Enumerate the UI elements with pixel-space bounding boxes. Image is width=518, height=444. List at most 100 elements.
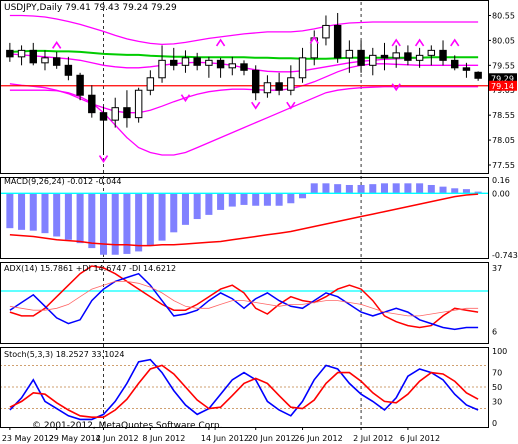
- date-tick-label: 6 Jul 2012: [400, 434, 440, 443]
- candle-body: [205, 59, 213, 66]
- candle-body: [88, 94, 96, 114]
- macd-histogram-bar: [29, 193, 37, 231]
- macd-histogram-bar: [217, 193, 225, 210]
- macd-histogram-bar: [310, 183, 318, 194]
- candle-body: [392, 52, 400, 59]
- candle-body: [170, 59, 178, 66]
- macd-histogram-bar: [41, 193, 49, 234]
- date-tick-label: 23 May 2012: [2, 434, 54, 443]
- macd-histogram-bar: [357, 184, 365, 194]
- macd-histogram-bar: [275, 193, 283, 206]
- macd-histogram-bar: [88, 193, 96, 249]
- candle-body: [228, 63, 237, 69]
- macd-histogram-bar: [53, 193, 61, 237]
- candle-body: [52, 57, 61, 66]
- macd-histogram-bar: [170, 193, 178, 233]
- candle-body: [451, 59, 459, 69]
- date-tick-label: 14 Jun 2012: [201, 434, 249, 443]
- macd-histogram-bar: [146, 193, 154, 246]
- macd-histogram-bar: [287, 193, 295, 204]
- macd-histogram-bar: [76, 193, 84, 244]
- macd-tick-label: 0.00: [492, 189, 510, 198]
- price-tick-label: 80.55: [492, 11, 515, 20]
- stoch-tick-label: 50: [492, 383, 502, 392]
- adx-tick-label: 37: [492, 264, 502, 273]
- candle-body: [99, 112, 108, 121]
- price-tick-label: 79.55: [492, 61, 515, 70]
- macd-histogram-bar: [345, 184, 353, 194]
- macd-histogram-bar: [322, 183, 330, 194]
- candle-body: [76, 74, 84, 96]
- candle-body: [369, 54, 377, 66]
- stoch-tick-label: 0: [492, 419, 497, 428]
- date-tick-label: 8 Jun 2012: [142, 434, 185, 443]
- macd-histogram-bar: [299, 193, 307, 199]
- candle-body: [64, 64, 73, 76]
- candle-body: [240, 63, 248, 71]
- macd-histogram-bar: [451, 188, 459, 194]
- candle-body: [345, 49, 354, 59]
- candle-body: [322, 24, 330, 39]
- candle-body: [158, 59, 166, 79]
- candle-body: [216, 59, 225, 69]
- macd-tick-label: 0.16: [492, 176, 510, 185]
- candle-body: [251, 69, 260, 94]
- macd-histogram-bar: [158, 193, 166, 241]
- candle-body: [181, 57, 190, 66]
- candle-body: [357, 49, 365, 66]
- candle-body: [298, 57, 307, 79]
- candle-body: [474, 71, 482, 79]
- macd-histogram-bar: [416, 183, 424, 194]
- price-tick-label: 77.55: [492, 161, 515, 170]
- adx-pane-title: ADX(14) 15.7861 +DI 14.6747 -DI 14.6212: [4, 264, 176, 273]
- candle-body: [263, 82, 272, 94]
- macd-histogram-bar: [427, 184, 435, 194]
- macd-histogram-bar: [439, 186, 447, 194]
- macd-tick-label: -0.743: [492, 251, 518, 260]
- macd-histogram-bar: [205, 193, 213, 215]
- macd-histogram-bar: [380, 183, 388, 194]
- macd-histogram-bar: [193, 193, 201, 220]
- candle-body: [415, 54, 424, 61]
- candle-body: [380, 54, 389, 59]
- price-tick-label: 80.05: [492, 36, 515, 45]
- candle-body: [123, 107, 131, 119]
- macd-histogram-bar: [64, 193, 72, 240]
- macd-histogram-bar: [334, 184, 342, 194]
- macd-histogram-bar: [252, 193, 260, 206]
- candle-body: [146, 77, 155, 91]
- candle-body: [427, 49, 436, 56]
- price-tick-label: 78.55: [492, 111, 515, 120]
- price-pane-title: USDJPY,Daily 79.41 79.43 79.24 79.29: [4, 3, 177, 13]
- adx-tick-label: 6: [492, 327, 497, 336]
- macd-histogram-bar: [181, 193, 189, 225]
- stoch-tick-label: 30: [492, 397, 502, 406]
- candle: [134, 87, 143, 123]
- macd-histogram-bar: [392, 183, 400, 194]
- stoch-pane-title: Stoch(5,3,3) 18.2527 33.1024: [4, 350, 124, 359]
- candle-body: [287, 77, 295, 91]
- price-tag-label: 79.14: [491, 82, 514, 91]
- candle-body: [404, 52, 412, 61]
- candle-body: [439, 49, 447, 61]
- candle-body: [462, 67, 471, 71]
- candle-body: [333, 24, 342, 59]
- stoch-tick-label: 70: [492, 369, 502, 378]
- candle-body: [134, 89, 143, 119]
- macd-histogram-bar: [228, 193, 236, 207]
- stoch-tick-label: 100: [492, 347, 507, 356]
- macd-histogram-bar: [6, 193, 14, 229]
- price-tick-label: 78.05: [492, 136, 515, 145]
- forex-chart: 80.5580.0579.5579.0578.5578.0577.5579.29…: [0, 0, 518, 444]
- candle-body: [17, 49, 26, 58]
- candle-body: [111, 107, 119, 121]
- macd-histogram-bar: [100, 193, 108, 255]
- date-tick-label: 2 Jul 2012: [353, 434, 393, 443]
- macd-histogram-bar: [18, 193, 26, 230]
- macd-histogram-bar: [369, 184, 377, 194]
- date-tick-label: 29 May 2012: [49, 434, 101, 443]
- candle-body: [193, 57, 201, 66]
- macd-histogram-bar: [263, 193, 271, 206]
- date-tick-label: 4 Jun 2012: [96, 434, 139, 443]
- macd-histogram-bar: [135, 193, 143, 252]
